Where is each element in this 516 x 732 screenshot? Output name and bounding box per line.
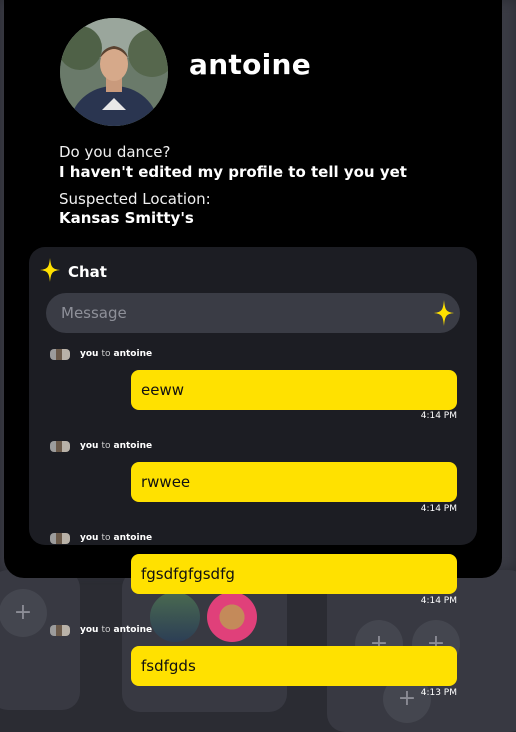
message-sender: you: [80, 349, 99, 359]
background-add-button: +: [0, 589, 47, 637]
profile-photo-icon: [60, 18, 168, 126]
message-meta: you to antoine: [50, 623, 152, 637]
message-recipient: antoine: [113, 441, 153, 451]
message-sender: you: [80, 441, 99, 451]
sparkle-icon: [40, 258, 60, 286]
message-time: 4:14 PM: [420, 504, 457, 514]
message-meta: you to antoine: [50, 531, 152, 545]
chat-title: Chat: [68, 263, 107, 281]
sender-avatar: [50, 440, 70, 452]
message-meta: you to antoine: [50, 347, 152, 361]
message-bubble: eeww: [131, 370, 457, 410]
location-label: Suspected Location:: [59, 190, 211, 208]
message-to-word: to: [101, 349, 111, 359]
message-bubble: fsdfgds: [131, 646, 457, 686]
send-sparkle-icon[interactable]: [434, 300, 454, 330]
location-value: Kansas Smitty's: [59, 209, 194, 227]
message-time: 4:14 PM: [420, 596, 457, 606]
message-meta: you to antoine: [50, 439, 152, 453]
message-recipient: antoine: [113, 625, 153, 635]
profile-name: antoine: [189, 48, 312, 81]
message-recipient: antoine: [113, 533, 153, 543]
profile-question-label: Do you dance?: [59, 143, 171, 161]
profile-avatar: [60, 18, 168, 126]
message-to-word: to: [101, 441, 111, 451]
message-time: 4:14 PM: [420, 411, 457, 421]
message-bubble: rwwee: [131, 462, 457, 502]
message-time: 4:13 PM: [420, 688, 457, 698]
message-sender: you: [80, 533, 99, 543]
background-avatar: [150, 592, 200, 642]
message-sender: you: [80, 625, 99, 635]
message-input[interactable]: [46, 293, 460, 333]
message-bubble: fgsdfgfgsdfg: [131, 554, 457, 594]
message-to-word: to: [101, 625, 111, 635]
message-recipient: antoine: [113, 349, 153, 359]
message-to-word: to: [101, 533, 111, 543]
background-avatar: [207, 592, 257, 642]
chat-header: Chat: [40, 258, 107, 286]
sender-avatar: [50, 348, 70, 360]
sender-avatar: [50, 532, 70, 544]
profile-question-answer: I haven't edited my profile to tell you …: [59, 163, 407, 181]
sender-avatar: [50, 624, 70, 636]
